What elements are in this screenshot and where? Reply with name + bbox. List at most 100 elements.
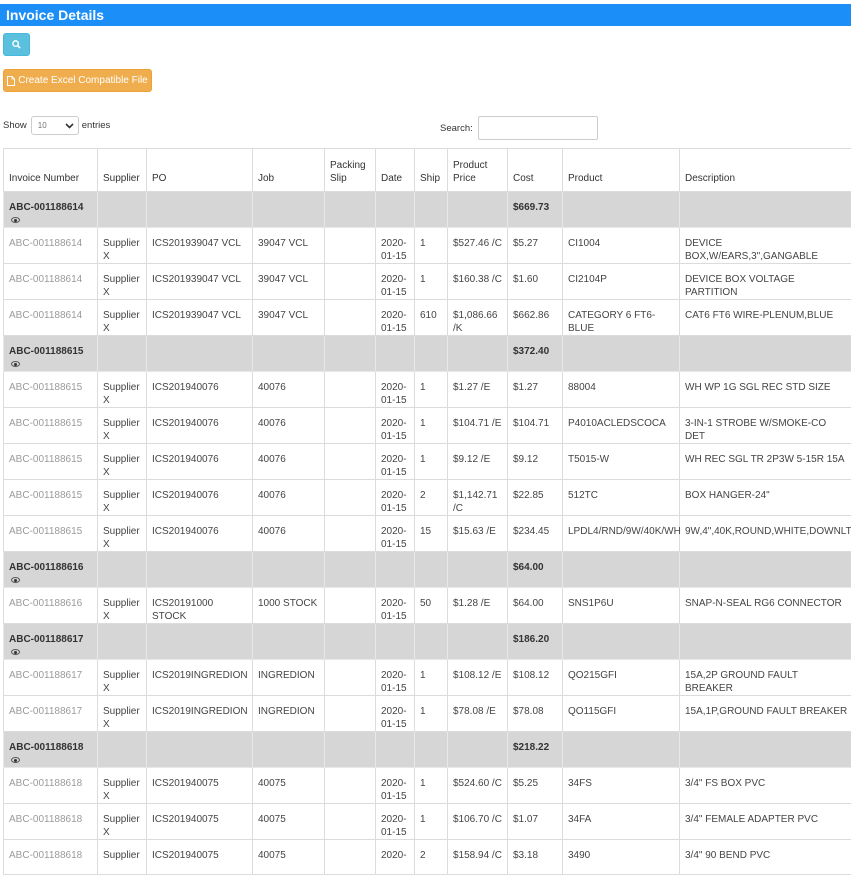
- search-input[interactable]: [478, 116, 598, 140]
- column-header[interactable]: Job: [253, 149, 325, 192]
- table-cell: 1000 STOCK: [253, 588, 325, 624]
- table-cell: Supplier X: [98, 480, 147, 516]
- table-cell: [325, 840, 376, 875]
- table-cell: ABC-001188617: [4, 696, 98, 732]
- table-cell: WH WP 1G SGL REC STD SIZE: [680, 372, 851, 408]
- table-row[interactable]: ABC-001188615Supplier XICS20194007640076…: [4, 408, 851, 444]
- group-empty-cell: [253, 192, 325, 228]
- table-row[interactable]: ABC-001188617Supplier XICS2019INGREDIONI…: [4, 696, 851, 732]
- table-row[interactable]: ABC-001188614Supplier XICS201939047 VCL3…: [4, 264, 851, 300]
- table-cell: $108.12 /E: [448, 660, 508, 696]
- table-cell: $104.71 /E: [448, 408, 508, 444]
- table-cell: $527.46 /C: [448, 228, 508, 264]
- search-label: Search:: [440, 123, 473, 134]
- table-cell: [325, 372, 376, 408]
- table-row[interactable]: ABC-001188614Supplier XICS201939047 VCL3…: [4, 228, 851, 264]
- column-header[interactable]: Cost: [508, 149, 563, 192]
- table-cell: Supplier X: [98, 264, 147, 300]
- eye-icon[interactable]: [11, 649, 20, 655]
- table-row[interactable]: ABC-001188615Supplier XICS20194007640076…: [4, 444, 851, 480]
- group-empty-cell: [680, 336, 851, 372]
- group-empty-cell: [98, 336, 147, 372]
- group-invoice-number: ABC-001188615: [4, 336, 98, 372]
- table-row[interactable]: ABC-001188615Supplier XICS20194007640076…: [4, 480, 851, 516]
- column-header[interactable]: Supplier: [98, 149, 147, 192]
- invoice-group-row[interactable]: ABC-001188614$669.73: [4, 192, 851, 228]
- table-cell: Supplier X: [98, 228, 147, 264]
- table-cell: 2020-01-15: [376, 228, 415, 264]
- table-cell: ICS201940075: [147, 768, 253, 804]
- table-row[interactable]: ABC-001188615Supplier XICS20194007640076…: [4, 372, 851, 408]
- column-header[interactable]: Ship: [415, 149, 448, 192]
- column-header[interactable]: PO: [147, 149, 253, 192]
- table-cell: 2020-: [376, 840, 415, 875]
- column-header[interactable]: Packing Slip: [325, 149, 376, 192]
- table-cell: 39047 VCL: [253, 264, 325, 300]
- table-row[interactable]: ABC-001188618Supplier XICS20194007540075…: [4, 804, 851, 840]
- table-cell: [325, 660, 376, 696]
- column-header[interactable]: Description: [680, 149, 851, 192]
- table-cell: CI2104P: [563, 264, 680, 300]
- table-row[interactable]: ABC-001188618Supplier XICS20194007540075…: [4, 768, 851, 804]
- column-header[interactable]: Date: [376, 149, 415, 192]
- table-cell: $106.70 /C: [448, 804, 508, 840]
- table-cell: INGREDION: [253, 660, 325, 696]
- table-row[interactable]: ABC-001188615Supplier XICS20194007640076…: [4, 516, 851, 552]
- invoice-group-row[interactable]: ABC-001188618$218.22: [4, 732, 851, 768]
- entries-select[interactable]: 10: [31, 116, 79, 135]
- table-cell: [325, 588, 376, 624]
- column-header[interactable]: Invoice Number: [4, 149, 98, 192]
- invoice-group-row[interactable]: ABC-001188616$64.00: [4, 552, 851, 588]
- group-empty-cell: [147, 624, 253, 660]
- table-cell: CATEGORY 6 FT6-BLUE: [563, 300, 680, 336]
- table-cell: 3/4" FEMALE ADAPTER PVC: [680, 804, 851, 840]
- eye-icon[interactable]: [11, 361, 20, 367]
- table-cell: $1.60: [508, 264, 563, 300]
- table-row[interactable]: ABC-001188617Supplier XICS2019INGREDIONI…: [4, 660, 851, 696]
- table-row[interactable]: ABC-001188616Supplier XICS20191000 STOCK…: [4, 588, 851, 624]
- entries-label: entries: [82, 120, 111, 131]
- group-empty-cell: [680, 624, 851, 660]
- table-cell: 2020-01-15: [376, 804, 415, 840]
- eye-icon[interactable]: [11, 757, 20, 763]
- table-cell: 1: [415, 444, 448, 480]
- table-cell: $160.38 /C: [448, 264, 508, 300]
- table-cell: ABC-001188618: [4, 804, 98, 840]
- group-empty-cell: [98, 192, 147, 228]
- table-cell: 2020-01-15: [376, 372, 415, 408]
- invoice-group-row[interactable]: ABC-001188615$372.40: [4, 336, 851, 372]
- table-cell: [325, 264, 376, 300]
- table-cell: 2020-01-15: [376, 300, 415, 336]
- eye-icon[interactable]: [11, 217, 20, 223]
- table-cell: $158.94 /C: [448, 840, 508, 875]
- table-cell: ICS2019INGREDION: [147, 696, 253, 732]
- table-cell: Supplier: [98, 840, 147, 875]
- invoice-table: Invoice NumberSupplierPOJobPacking SlipD…: [3, 148, 851, 875]
- table-row[interactable]: ABC-001188618SupplierICS2019400754007520…: [4, 840, 851, 875]
- table-cell: ABC-001188614: [4, 300, 98, 336]
- table-cell: ICS20191000 STOCK: [147, 588, 253, 624]
- group-empty-cell: [448, 192, 508, 228]
- create-excel-label: Create Excel Compatible File: [18, 75, 148, 86]
- create-excel-button[interactable]: Create Excel Compatible File: [3, 69, 152, 92]
- group-empty-cell: [680, 732, 851, 768]
- table-cell: 2020-01-15: [376, 588, 415, 624]
- table-cell: 40075: [253, 804, 325, 840]
- table-cell: 9W,4",40K,ROUND,WHITE,DOWNLT: [680, 516, 851, 552]
- table-cell: $524.60 /C: [448, 768, 508, 804]
- table-cell: CAT6 FT6 WIRE-PLENUM,BLUE: [680, 300, 851, 336]
- column-header[interactable]: Product: [563, 149, 680, 192]
- invoice-group-row[interactable]: ABC-001188617$186.20: [4, 624, 851, 660]
- table-cell: 3/4" 90 BEND PVC: [680, 840, 851, 875]
- table-cell: 40076: [253, 372, 325, 408]
- group-invoice-number: ABC-001188614: [4, 192, 98, 228]
- eye-icon[interactable]: [11, 577, 20, 583]
- table-cell: 1: [415, 228, 448, 264]
- table-cell: 1: [415, 768, 448, 804]
- table-row[interactable]: ABC-001188614Supplier XICS201939047 VCL3…: [4, 300, 851, 336]
- column-header[interactable]: Product Price: [448, 149, 508, 192]
- table-cell: BOX HANGER-24": [680, 480, 851, 516]
- search-button[interactable]: [3, 33, 30, 56]
- table-cell: 88004: [563, 372, 680, 408]
- table-cell: 610: [415, 300, 448, 336]
